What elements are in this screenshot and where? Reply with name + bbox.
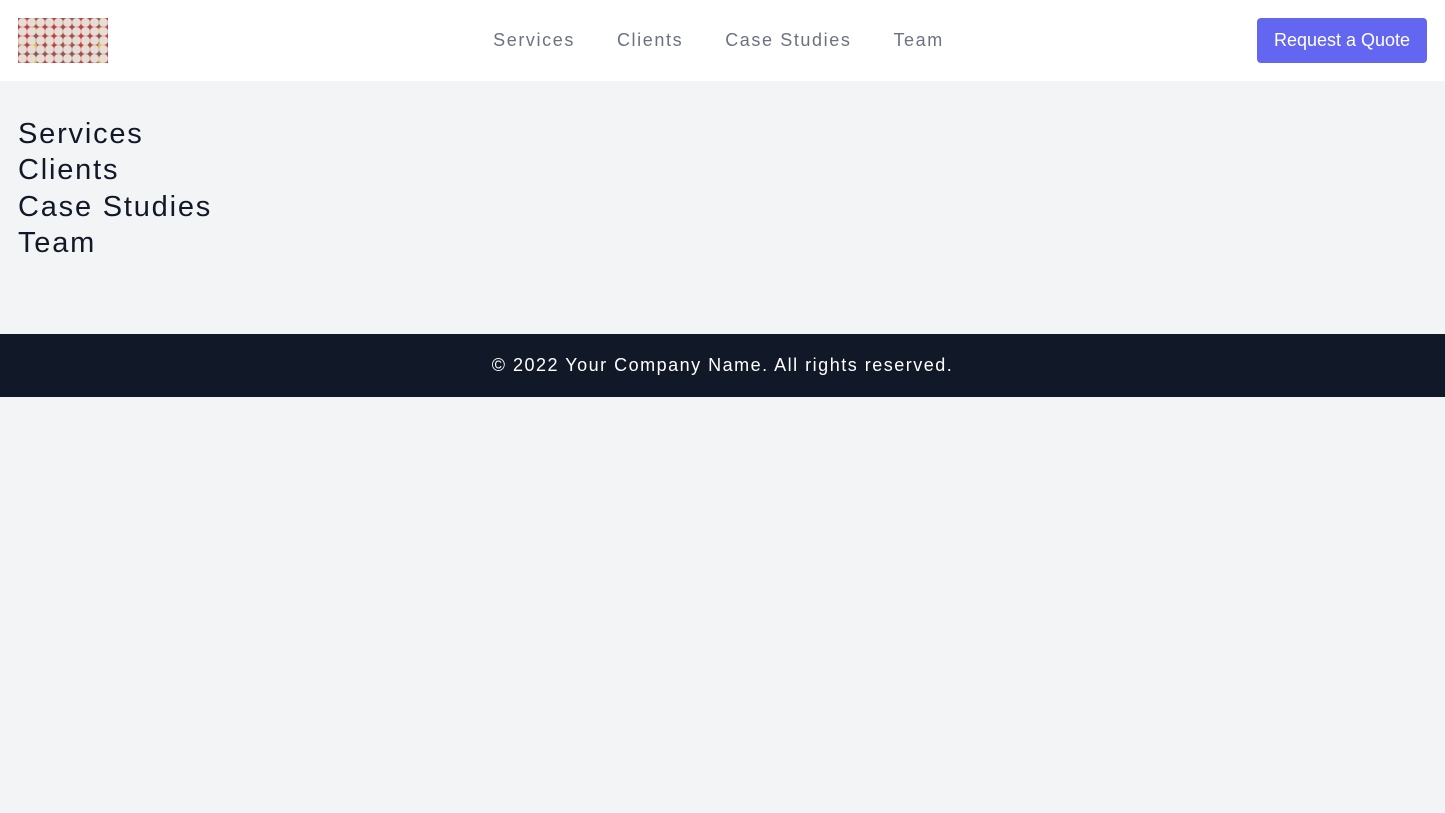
main-nav: Services Clients Case Studies Team [0, 0, 1445, 81]
request-quote-button[interactable]: Request a Quote [1257, 18, 1427, 63]
site-footer: © 2022 Your Company Name. All rights res… [0, 334, 1445, 397]
site-header: Services Clients Case Studies Team Reque… [0, 0, 1445, 81]
copyright-text: © 2022 Your Company Name. All rights res… [491, 355, 954, 375]
nav-link-services[interactable]: Services [472, 30, 596, 51]
section-link-clients[interactable]: Clients [18, 152, 212, 188]
main-content: Services Clients Case Studies Team [18, 116, 212, 261]
section-link-services[interactable]: Services [18, 116, 212, 152]
section-link-team[interactable]: Team [18, 225, 212, 261]
nav-link-case-studies[interactable]: Case Studies [704, 30, 872, 51]
nav-link-clients[interactable]: Clients [596, 30, 704, 51]
nav-link-team[interactable]: Team [872, 30, 964, 51]
section-link-case-studies[interactable]: Case Studies [18, 189, 212, 225]
logo-image[interactable] [18, 18, 108, 63]
